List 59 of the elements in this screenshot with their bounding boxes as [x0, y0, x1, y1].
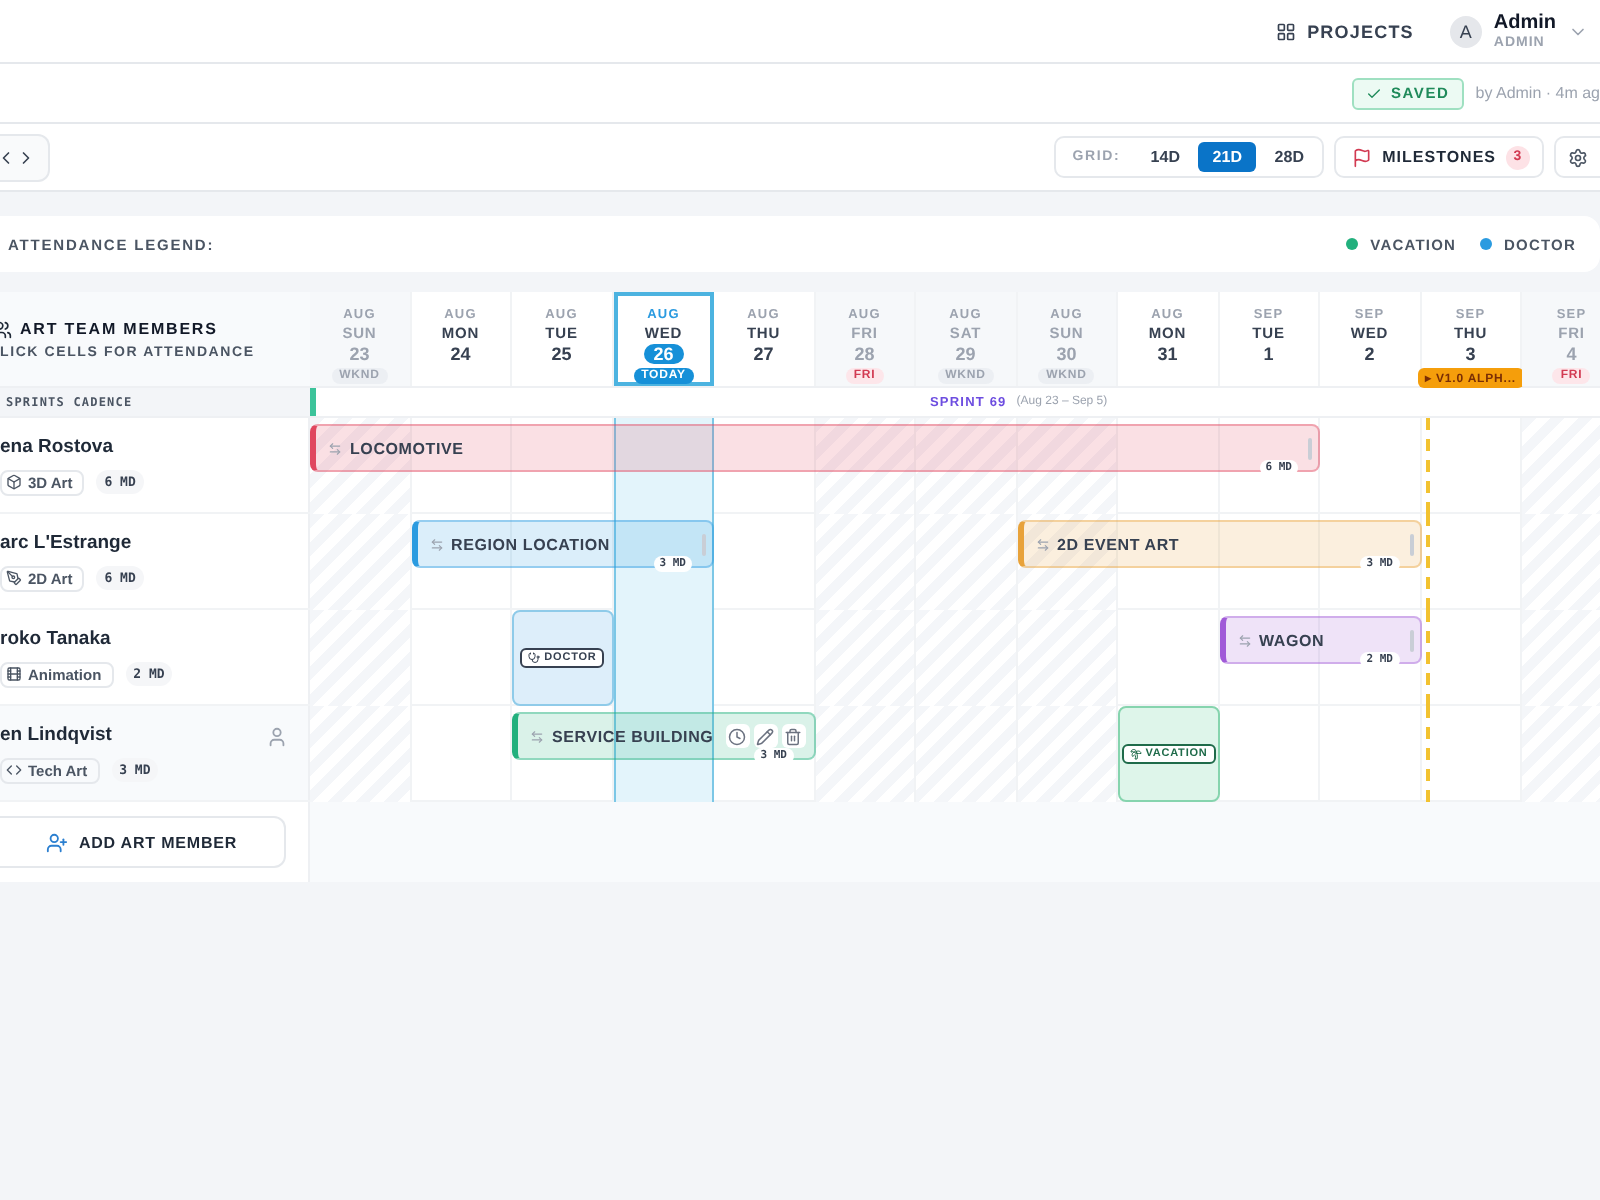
- member-name: arc L'Estrange: [0, 531, 132, 553]
- day-number: 28: [854, 344, 875, 364]
- discipline-icon: [6, 666, 22, 682]
- save-meta: by Admin · 4m ag: [1475, 84, 1600, 102]
- drag-icon: [530, 729, 544, 743]
- resize-handle[interactable]: [1308, 438, 1312, 460]
- discipline-icon: [6, 474, 22, 490]
- day-number: 2: [1364, 344, 1375, 364]
- team-title: ART TEAM MEMBERS: [20, 320, 218, 338]
- discipline-icon: [6, 570, 22, 586]
- user-avatar[interactable]: A: [1449, 15, 1482, 47]
- day-number: 24: [450, 344, 471, 364]
- day-number: 3: [1465, 344, 1476, 364]
- palm-tree-icon: [1129, 748, 1142, 760]
- schedule-button[interactable]: [725, 724, 749, 748]
- add-member-button[interactable]: ADD ART MEMBER: [0, 816, 286, 868]
- edit-button[interactable]: [753, 724, 777, 748]
- clock-icon: [728, 727, 746, 745]
- day-number: 30: [1056, 344, 1077, 364]
- day-number: 23: [349, 344, 370, 364]
- day-number: 26: [643, 344, 684, 364]
- task-title: REGION LOCATION: [451, 535, 610, 553]
- flag-icon: [1352, 147, 1373, 167]
- day-number: 25: [551, 344, 572, 364]
- resize-handle[interactable]: [1409, 630, 1413, 652]
- user-plus-icon: [46, 831, 69, 853]
- task-title: 2D EVENT ART: [1057, 535, 1180, 553]
- day-number: 31: [1157, 344, 1178, 364]
- drag-icon: [1237, 633, 1251, 647]
- member-name: ena Rostova: [0, 435, 113, 457]
- user-icon[interactable]: [266, 726, 288, 748]
- day-number: 1: [1263, 344, 1274, 364]
- stethoscope-icon: [528, 652, 541, 664]
- projects-link[interactable]: PROJECTS: [1275, 21, 1414, 41]
- grid-range-option[interactable]: 14D: [1136, 142, 1195, 172]
- task-title: LOCOMOTIVE: [350, 439, 464, 457]
- discipline-icon: [6, 762, 22, 778]
- settings-button[interactable]: [1554, 136, 1600, 178]
- member-name: en Lindqvist: [0, 723, 112, 745]
- grid-range-option[interactable]: 21D: [1198, 142, 1257, 172]
- settings-icon: [1568, 147, 1588, 167]
- delete-button[interactable]: [781, 724, 805, 748]
- day-number: 27: [753, 344, 774, 364]
- member-name: roko Tanaka: [0, 627, 111, 649]
- pencil-icon: [756, 727, 774, 745]
- check-icon: [1366, 85, 1383, 101]
- user-name: Admin: [1493, 13, 1556, 33]
- drag-icon: [1035, 537, 1049, 551]
- drag-icon: [328, 441, 342, 455]
- grid-icon: [1275, 21, 1296, 41]
- resize-handle[interactable]: [702, 534, 706, 556]
- grid-range-option[interactable]: 28D: [1260, 142, 1319, 172]
- trash-icon: [784, 727, 802, 745]
- resize-handle[interactable]: [1409, 534, 1413, 556]
- drag-icon: [429, 537, 443, 551]
- day-number: 4: [1566, 344, 1577, 364]
- date-nav-button[interactable]: [0, 133, 50, 181]
- task-title: WAGON: [1259, 631, 1325, 649]
- day-number: 29: [955, 344, 976, 364]
